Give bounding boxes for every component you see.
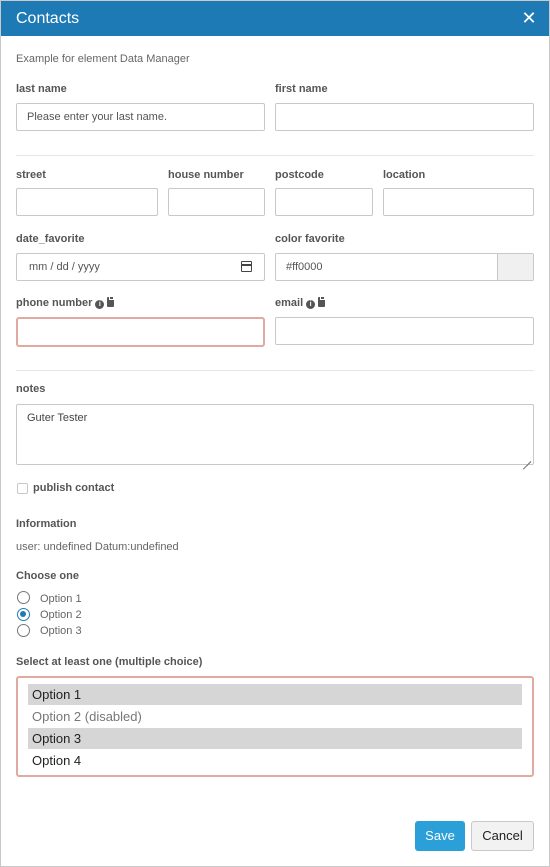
- date-favorite-input[interactable]: mm / dd / yyyy: [16, 253, 265, 281]
- color-swatch[interactable]: [497, 254, 533, 280]
- dialog-titlebar: Contacts ✕: [1, 1, 549, 36]
- last-name-input[interactable]: [16, 103, 265, 131]
- radio-option-3-label: Option 3: [40, 625, 82, 637]
- cancel-button[interactable]: Cancel: [471, 821, 534, 851]
- email-label-text: email: [275, 297, 304, 309]
- first-name-label: first name: [275, 83, 328, 95]
- clipboard-icon[interactable]: [107, 296, 115, 307]
- multi-option-1[interactable]: Option 1: [28, 684, 522, 705]
- multi-option-4[interactable]: Option 4: [28, 750, 522, 771]
- calendar-icon[interactable]: [241, 261, 252, 272]
- radio-option-1[interactable]: [17, 591, 30, 604]
- postcode-input[interactable]: [275, 188, 373, 216]
- info-icon[interactable]: i: [306, 300, 316, 309]
- location-input[interactable]: [383, 188, 534, 216]
- information-text: user: undefined Datum:undefined: [16, 541, 179, 553]
- clipboard-icon[interactable]: [318, 296, 326, 307]
- section-divider: [16, 370, 534, 371]
- location-label: location: [383, 169, 426, 181]
- house-number-label: house number: [168, 169, 244, 181]
- info-icon[interactable]: i: [95, 300, 105, 309]
- email-input[interactable]: [275, 317, 534, 345]
- last-name-label: last name: [16, 83, 67, 95]
- information-heading: Information: [16, 518, 77, 530]
- publish-contact-label: publish contact: [33, 482, 115, 494]
- phone-number-input[interactable]: [16, 317, 265, 347]
- choose-one-label: Choose one: [16, 570, 79, 582]
- phone-number-label: phone number i: [16, 296, 115, 309]
- radio-option-1-label: Option 1: [40, 593, 82, 605]
- street-label: street: [16, 169, 46, 181]
- first-name-input[interactable]: [275, 103, 534, 131]
- email-label: email i: [275, 296, 326, 309]
- multi-select-list[interactable]: Option 1 Option 2 (disabled) Option 3 Op…: [16, 676, 534, 777]
- radio-option-2-label: Option 2: [40, 609, 82, 621]
- section-divider: [16, 155, 534, 156]
- color-favorite-input[interactable]: #ff0000: [275, 253, 534, 281]
- notes-textarea[interactable]: Guter Tester: [16, 404, 534, 465]
- color-favorite-label: color favorite: [275, 233, 345, 245]
- multi-option-2: Option 2 (disabled): [32, 709, 142, 724]
- house-number-input[interactable]: [168, 188, 265, 216]
- close-icon[interactable]: ✕: [519, 8, 539, 28]
- postcode-label: postcode: [275, 169, 324, 181]
- color-value: #ff0000: [286, 261, 323, 273]
- contacts-dialog: Contacts ✕ Example for element Data Mana…: [0, 0, 550, 867]
- multi-option-3[interactable]: Option 3: [28, 728, 522, 749]
- date-favorite-label: date_favorite: [16, 233, 85, 245]
- notes-label: notes: [16, 383, 46, 395]
- resize-handle-icon[interactable]: [522, 453, 531, 462]
- save-button[interactable]: Save: [415, 821, 465, 851]
- dialog-title: Contacts: [16, 10, 80, 27]
- date-value: mm / dd / yyyy: [29, 261, 100, 273]
- publish-checkbox[interactable]: [17, 483, 28, 494]
- radio-option-3[interactable]: [17, 624, 30, 637]
- phone-number-label-text: phone number: [16, 297, 93, 309]
- street-input[interactable]: [16, 188, 158, 216]
- radio-option-2[interactable]: [17, 608, 30, 621]
- multi-select-label: Select at least one (multiple choice): [16, 656, 203, 668]
- form-description: Example for element Data Manager: [16, 53, 190, 65]
